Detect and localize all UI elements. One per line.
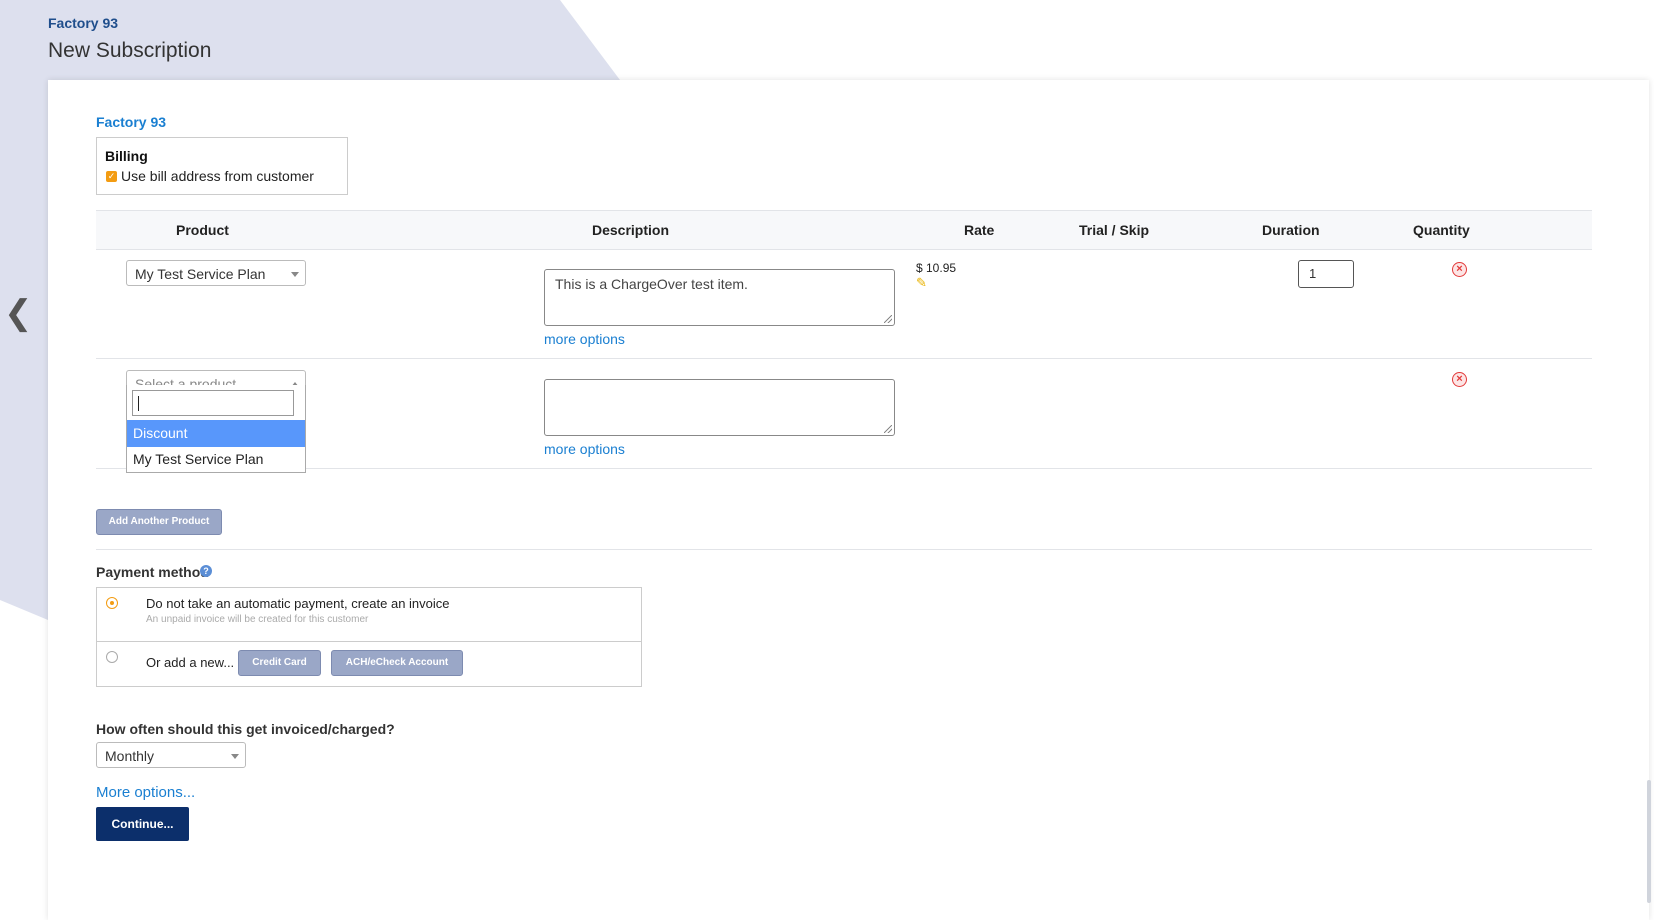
payment-option-add-new: Or add a new...	[146, 655, 235, 670]
help-icon[interactable]: ?	[200, 565, 212, 577]
payment-option-invoice: Do not take an automatic payment, create…	[146, 596, 450, 611]
subscription-form-panel: Factory 93 Billing ✓ Use bill address fr…	[48, 80, 1649, 920]
credit-card-button[interactable]: Credit Card	[238, 650, 321, 676]
breadcrumb[interactable]: Factory 93	[48, 15, 118, 31]
resize-handle-icon[interactable]	[884, 315, 892, 323]
billing-box: Billing ✓ Use bill address from customer	[96, 137, 348, 195]
section-divider	[96, 549, 1592, 550]
remove-row-2-icon[interactable]: ×	[1452, 372, 1467, 387]
column-header-quantity: Quantity	[1413, 222, 1470, 238]
resize-handle-icon[interactable]	[884, 425, 892, 433]
frequency-select[interactable]: Monthly	[96, 742, 246, 768]
remove-row-1-icon[interactable]: ×	[1452, 262, 1467, 277]
column-header-duration: Duration	[1262, 222, 1320, 238]
column-header-rate: Rate	[964, 222, 995, 238]
description-textarea-row-1[interactable]: This is a ChargeOver test item.	[544, 269, 895, 326]
edit-rate-pencil-icon[interactable]: ✎	[916, 275, 927, 291]
payment-method-box: Do not take an automatic payment, create…	[96, 587, 642, 687]
column-header-trial-skip: Trial / Skip	[1079, 222, 1150, 238]
quantity-input-row-1[interactable]: 1	[1298, 260, 1354, 288]
back-arrow-icon[interactable]: ❮	[4, 296, 33, 330]
payment-method-label: Payment method	[96, 564, 209, 580]
text-cursor	[138, 396, 139, 411]
line-items-header: Product Description Rate Trial / Skip Du…	[96, 210, 1592, 250]
continue-button[interactable]: Continue...	[96, 807, 189, 841]
payment-option-divider	[97, 641, 641, 642]
product-search-input[interactable]	[132, 390, 294, 416]
product-select-row-1[interactable]: My Test Service Plan	[126, 260, 306, 286]
customer-link[interactable]: Factory 93	[96, 114, 166, 130]
billing-title: Billing	[105, 148, 148, 164]
dropdown-option-test-service-plan[interactable]: My Test Service Plan	[127, 446, 305, 473]
row-divider	[96, 358, 1592, 359]
chevron-down-icon	[291, 272, 299, 277]
payment-radio-add-new[interactable]	[106, 651, 118, 663]
ach-echeck-button[interactable]: ACH/eCheck Account	[331, 650, 463, 676]
payment-radio-invoice[interactable]	[106, 597, 118, 609]
use-bill-address-label: Use bill address from customer	[121, 168, 314, 184]
page-title: New Subscription	[48, 39, 212, 62]
frequency-select-value: Monthly	[105, 748, 155, 764]
more-options-link-row-1[interactable]: more options	[544, 331, 625, 347]
use-bill-address-checkbox[interactable]: ✓	[106, 171, 117, 182]
row-divider	[96, 468, 1592, 469]
description-textarea-row-2[interactable]	[544, 379, 895, 436]
more-options-link[interactable]: More options...	[96, 784, 195, 801]
description-text: This is a ChargeOver test item.	[555, 276, 748, 292]
dropdown-option-discount[interactable]: Discount	[127, 420, 305, 447]
scrollbar[interactable]	[1647, 780, 1651, 903]
product-dropdown: Discount My Test Service Plan	[126, 385, 306, 473]
frequency-label: How often should this get invoiced/charg…	[96, 721, 395, 737]
rate-value: $ 10.95	[916, 261, 957, 275]
add-another-product-button[interactable]: Add Another Product	[96, 509, 222, 535]
column-header-description: Description	[592, 222, 670, 238]
column-header-product: Product	[176, 222, 229, 238]
chevron-down-icon	[231, 754, 239, 759]
payment-option-invoice-note: An unpaid invoice will be created for th…	[146, 614, 369, 625]
product-select-value: My Test Service Plan	[135, 266, 266, 282]
more-options-link-row-2[interactable]: more options	[544, 441, 625, 457]
